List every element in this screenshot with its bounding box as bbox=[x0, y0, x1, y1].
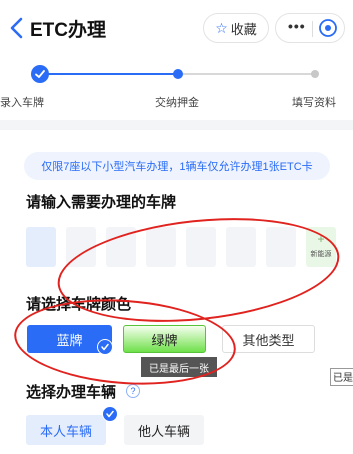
star-icon: ☆ bbox=[215, 19, 228, 36]
step-track-done bbox=[40, 73, 178, 75]
step-label-deposit: 交纳押金 bbox=[155, 97, 199, 109]
progress-steps: 录入车牌 交纳押金 填写资料 bbox=[0, 58, 353, 120]
vehicle-section-title: 选择办理车辆 bbox=[26, 384, 117, 401]
color-section-title: 请选择车牌颜色 bbox=[26, 296, 132, 313]
edge-tooltip: 已是 bbox=[330, 368, 353, 386]
green-plate-button[interactable]: 绿牌 bbox=[123, 325, 206, 353]
plate-char-box[interactable] bbox=[106, 227, 136, 267]
plus-icon: + bbox=[317, 232, 325, 246]
step-track-todo bbox=[178, 73, 315, 75]
more-icon[interactable]: ••• bbox=[288, 18, 306, 34]
plate-char-box[interactable] bbox=[266, 227, 296, 267]
step-done-check-icon bbox=[31, 65, 49, 83]
blue-plate-label: 蓝牌 bbox=[56, 332, 83, 348]
other-vehicle-label: 他人车辆 bbox=[137, 423, 190, 439]
capsule-divider bbox=[312, 21, 313, 37]
back-chevron-icon[interactable] bbox=[8, 16, 26, 40]
plate-new-energy-box[interactable]: + 新能源 bbox=[306, 227, 336, 267]
step-label-info: 填写资料 bbox=[292, 97, 336, 109]
plate-char-box[interactable] bbox=[26, 227, 56, 267]
page-title: ETC办理 bbox=[30, 20, 107, 41]
other-vehicle-button[interactable]: 他人车辆 bbox=[124, 415, 204, 445]
own-vehicle-label: 本人车辆 bbox=[39, 423, 92, 439]
section-divider bbox=[0, 120, 353, 130]
step-label-plate: 录入车牌 bbox=[0, 97, 44, 109]
step-current-dot bbox=[173, 69, 183, 79]
plate-section-title: 请输入需要办理的车牌 bbox=[26, 194, 177, 211]
other-plate-label: 其他类型 bbox=[242, 332, 295, 348]
green-plate-label: 绿牌 bbox=[151, 332, 178, 348]
step-todo-dot bbox=[311, 70, 319, 78]
selected-check-icon bbox=[102, 406, 118, 422]
favorite-button[interactable]: ☆ 收藏 bbox=[203, 13, 269, 43]
plate-char-box[interactable] bbox=[226, 227, 256, 267]
selected-check-icon bbox=[97, 339, 113, 355]
new-energy-label: 新能源 bbox=[310, 251, 332, 258]
nav-bar: ETC办理 ☆ 收藏 ••• bbox=[0, 0, 353, 58]
plate-char-box[interactable] bbox=[66, 227, 96, 267]
plate-char-box[interactable] bbox=[146, 227, 176, 267]
help-icon[interactable]: ? bbox=[126, 384, 140, 398]
close-target-icon[interactable] bbox=[318, 18, 338, 38]
other-plate-type-button[interactable]: 其他类型 bbox=[222, 325, 315, 353]
annotation-ellipse-plate bbox=[52, 205, 345, 335]
own-vehicle-button[interactable]: 本人车辆 bbox=[26, 415, 106, 445]
notice-banner: 仅限7座以下小型汽车办理，1辆车仅允许办理1张ETC卡 bbox=[24, 152, 330, 180]
toast-tooltip: 已是最后一张 bbox=[141, 357, 217, 377]
favorite-label: 收藏 bbox=[230, 21, 257, 37]
mini-program-capsule: ••• bbox=[275, 13, 345, 43]
plate-char-box[interactable] bbox=[186, 227, 216, 267]
